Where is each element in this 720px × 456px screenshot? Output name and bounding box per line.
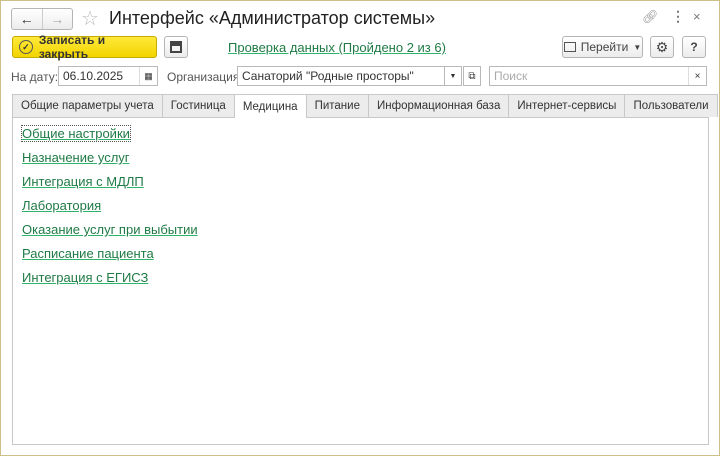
floppy-icon xyxy=(170,41,182,53)
org-field[interactable]: Санаторий "Родные просторы" xyxy=(237,66,462,86)
link-laboratory[interactable]: Лаборатория xyxy=(22,198,101,213)
org-label: Организация: xyxy=(167,70,243,84)
tab-internet-services[interactable]: Интернет-сервисы xyxy=(508,94,626,117)
more-menu-icon[interactable]: ⋮ xyxy=(671,8,685,25)
org-open-button[interactable]: ⧉ xyxy=(463,66,481,86)
settings-button[interactable]: ⚙ xyxy=(650,36,674,58)
close-icon[interactable]: × xyxy=(693,9,701,24)
save-button[interactable] xyxy=(164,36,188,58)
nav-buttons: ← → xyxy=(11,8,73,30)
link-service-assignment[interactable]: Назначение услуг xyxy=(22,150,130,165)
tab-medicine[interactable]: Медицина xyxy=(233,94,307,118)
calendar-icon[interactable]: ▦ xyxy=(139,67,157,85)
open-icon: ⧉ xyxy=(468,70,476,82)
link-general-settings[interactable]: Общие настройки xyxy=(21,125,131,142)
link-icon[interactable]: 🔗︎ xyxy=(642,9,659,25)
panels-icon xyxy=(563,42,576,52)
tab-infobase[interactable]: Информационная база xyxy=(367,94,510,117)
date-field[interactable]: 06.10.2025 ▦ xyxy=(58,66,158,86)
save-and-close-button[interactable]: ✓ Записать и закрыть xyxy=(12,33,157,61)
chevron-down-icon: ▼ xyxy=(633,42,642,52)
tab-bar: Общие параметры учета Гостиница Медицина… xyxy=(12,94,718,118)
link-patient-schedule[interactable]: Расписание пациента xyxy=(22,246,154,261)
tab-panel: Общие настройки Назначение услуг Интегра… xyxy=(12,117,709,445)
link-discharge-services[interactable]: Оказание услуг при выбытии xyxy=(22,222,198,237)
tab-food[interactable]: Питание xyxy=(305,94,369,117)
tab-users[interactable]: Пользователи xyxy=(624,94,718,117)
tab-general[interactable]: Общие параметры учета xyxy=(12,94,163,117)
window-title: Интерфейс «Администратор системы» xyxy=(109,8,436,28)
favorite-star-icon[interactable]: ☆ xyxy=(81,6,99,31)
link-egisz-integration[interactable]: Интеграция с ЕГИСЗ xyxy=(22,270,148,285)
window: ← → ☆ Интерфейс «Администратор системы» … xyxy=(0,0,720,456)
back-button[interactable]: ← xyxy=(12,9,42,29)
link-mdlp-integration[interactable]: Интеграция с МДЛП xyxy=(22,174,144,189)
forward-button[interactable]: → xyxy=(41,9,73,29)
date-label: На дату: xyxy=(11,70,59,84)
help-button[interactable]: ? xyxy=(682,36,706,58)
check-circle-icon: ✓ xyxy=(19,40,33,54)
goto-button[interactable]: Перейти ▼ xyxy=(562,36,643,58)
settings-links: Общие настройки Назначение услуг Интегра… xyxy=(21,125,198,293)
gear-icon: ⚙ xyxy=(655,38,669,55)
clear-icon[interactable]: × xyxy=(688,67,706,85)
org-dropdown-button[interactable]: ▼ xyxy=(444,66,462,86)
search-input[interactable]: Поиск × xyxy=(489,66,707,86)
data-check-link[interactable]: Проверка данных (Пройдено 2 из 6) xyxy=(228,40,446,55)
tab-hotel[interactable]: Гостиница xyxy=(161,94,235,117)
